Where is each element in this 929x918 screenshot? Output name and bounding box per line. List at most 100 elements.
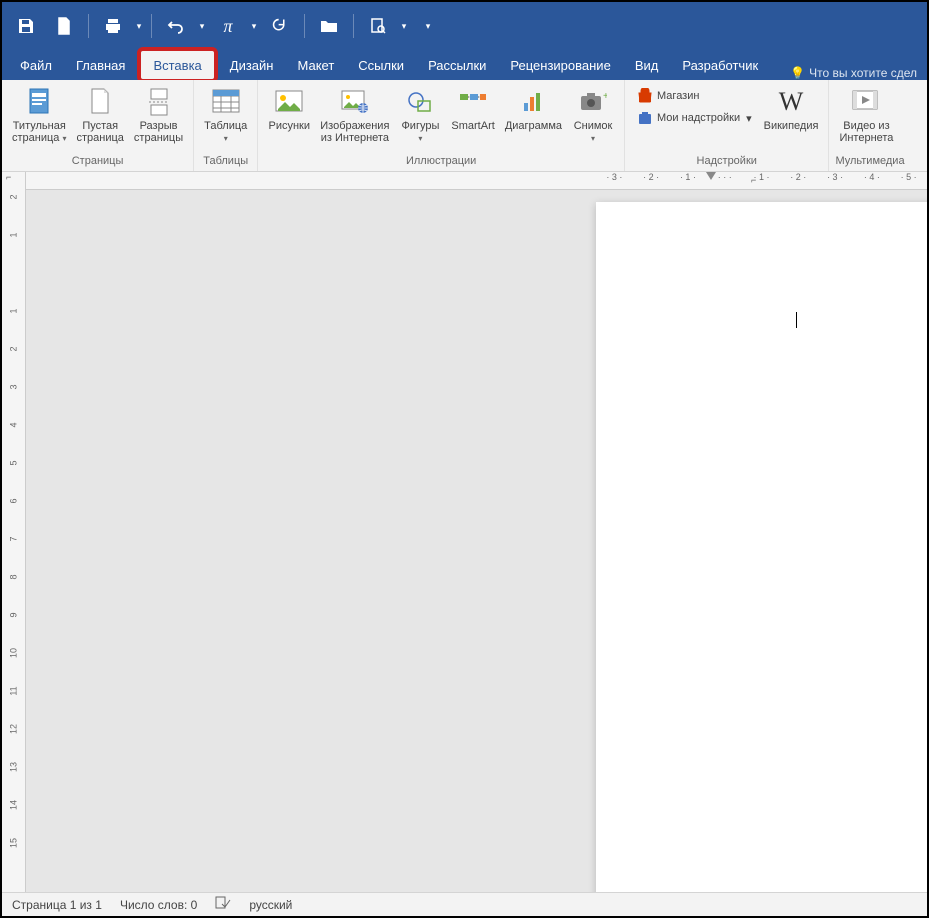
store-button[interactable]: Магазин <box>631 86 758 106</box>
table-label: Таблица▾ <box>204 120 247 144</box>
blank-page-icon <box>84 86 116 118</box>
online-video-button[interactable]: Видео из Интернета <box>835 82 897 144</box>
my-addins-button[interactable]: Мои надстройки ▾ <box>631 108 758 128</box>
tab-design[interactable]: Дизайн <box>218 50 286 80</box>
equation-button[interactable]: π <box>210 8 246 44</box>
screenshot-label: Снимок▾ <box>574 120 613 144</box>
text-cursor <box>796 312 797 328</box>
tab-stop-marker[interactable]: ⌐ <box>751 175 756 185</box>
page-break-label: Разрыв страницы <box>134 120 183 144</box>
cover-page-label: Титульная страница ▾ <box>12 120 67 144</box>
tab-insert[interactable]: Вставка <box>137 47 217 83</box>
vertical-ruler[interactable]: ⌐ 21123456789101112131415 <box>2 172 26 892</box>
pictures-icon <box>273 86 305 118</box>
proofing-icon[interactable] <box>215 896 231 913</box>
tab-layout[interactable]: Макет <box>285 50 346 80</box>
open-button[interactable] <box>311 8 347 44</box>
cover-page-icon <box>23 86 55 118</box>
first-line-indent-marker[interactable] <box>706 172 716 180</box>
document-area[interactable]: · 3 ·· 2 ·· 1 ·· · ·· 1 ·· 2 ·· 3 ·· 4 ·… <box>26 172 927 892</box>
page-break-icon <box>143 86 175 118</box>
tab-mailings[interactable]: Рассылки <box>416 50 498 80</box>
group-addins-label: Надстройки <box>631 153 822 171</box>
smartart-icon <box>457 86 489 118</box>
group-pages-label: Страницы <box>8 153 187 171</box>
shapes-icon <box>404 86 436 118</box>
quick-print-dropdown[interactable]: ▾ <box>133 21 145 32</box>
new-doc-button[interactable] <box>46 8 82 44</box>
group-illustrations-label: Иллюстрации <box>264 153 618 171</box>
separator <box>304 14 305 38</box>
ribbon-tabs: Файл Главная Вставка Дизайн Макет Ссылки… <box>2 50 927 80</box>
undo-button[interactable] <box>158 8 194 44</box>
pictures-label: Рисунки <box>269 120 311 132</box>
page-indicator[interactable]: Страница 1 из 1 <box>12 898 102 912</box>
workspace: ⌐ 21123456789101112131415 · 3 ·· 2 ·· 1 … <box>2 172 927 892</box>
my-addins-icon <box>637 110 653 126</box>
lightbulb-icon: 💡 <box>790 66 805 80</box>
screenshot-icon: + <box>577 86 609 118</box>
blank-page-label: Пустая страница <box>77 120 124 144</box>
customize-qat-dropdown[interactable]: ▾ <box>422 21 434 32</box>
preview-dropdown[interactable]: ▾ <box>398 21 410 32</box>
quick-access-toolbar: ▾ ▾ π ▾ ▾ ▾ <box>2 2 927 50</box>
table-button[interactable]: Таблица▾ <box>200 82 251 144</box>
page-break-button[interactable]: Разрыв страницы <box>130 82 187 144</box>
shapes-label: Фигуры▾ <box>401 120 439 144</box>
document-page[interactable] <box>596 202 927 892</box>
online-pictures-icon <box>339 86 371 118</box>
pictures-button[interactable]: Рисунки <box>264 82 314 132</box>
word-count[interactable]: Число слов: 0 <box>120 898 197 912</box>
store-label: Магазин <box>657 90 699 102</box>
chart-label: Диаграмма <box>505 120 562 132</box>
tab-selector[interactable]: ⌐ <box>4 172 13 182</box>
tab-developer[interactable]: Разработчик <box>670 50 770 80</box>
cover-page-button[interactable]: Титульная страница ▾ <box>8 82 71 144</box>
group-tables: Таблица▾ Таблицы <box>194 80 258 171</box>
status-bar: Страница 1 из 1 Число слов: 0 русский <box>2 892 927 916</box>
equation-dropdown[interactable]: ▾ <box>248 21 260 32</box>
online-video-icon <box>850 86 882 118</box>
screenshot-button[interactable]: + Снимок▾ <box>568 82 618 144</box>
svg-text:+: + <box>603 91 607 102</box>
separator <box>151 14 152 38</box>
group-tables-label: Таблицы <box>200 153 251 171</box>
blank-page-button[interactable]: Пустая страница <box>73 82 128 144</box>
tab-review[interactable]: Рецензирование <box>498 50 622 80</box>
group-pages: Титульная страница ▾ Пустая страница Раз… <box>2 80 194 171</box>
group-media-label: Мультимедиа <box>835 153 904 171</box>
online-pictures-button[interactable]: Изображения из Интернета <box>316 82 393 144</box>
tab-file[interactable]: Файл <box>8 50 64 80</box>
hruler-marks: · 3 ·· 2 ·· 1 ·· · ·· 1 ·· 2 ·· 3 ·· 4 ·… <box>596 172 927 182</box>
smartart-button[interactable]: SmartArt <box>447 82 498 132</box>
tab-view[interactable]: Вид <box>623 50 671 80</box>
tell-me-search[interactable]: 💡 Что вы хотите сдел <box>780 66 927 80</box>
tab-home[interactable]: Главная <box>64 50 137 80</box>
group-addins: Магазин Мои надстройки ▾ W Википедия Над… <box>625 80 829 171</box>
store-icon <box>637 88 653 104</box>
group-illustrations: Рисунки Изображения из Интернета Фигуры▾… <box>258 80 625 171</box>
my-addins-label: Мои надстройки <box>657 112 740 124</box>
ribbon: Титульная страница ▾ Пустая страница Раз… <box>2 80 927 172</box>
save-button[interactable] <box>8 8 44 44</box>
wikipedia-icon: W <box>775 86 807 118</box>
wikipedia-button[interactable]: W Википедия <box>760 82 823 132</box>
language-indicator[interactable]: русский <box>249 898 292 912</box>
print-preview-button[interactable] <box>360 8 396 44</box>
smartart-label: SmartArt <box>451 120 494 132</box>
tell-me-text: Что вы хотите сдел <box>809 66 917 80</box>
separator <box>88 14 89 38</box>
group-media: Видео из Интернета Мультимедиа <box>829 80 910 171</box>
shapes-button[interactable]: Фигуры▾ <box>395 82 445 144</box>
wikipedia-label: Википедия <box>764 120 819 132</box>
quick-print-button[interactable] <box>95 8 131 44</box>
tab-references[interactable]: Ссылки <box>346 50 416 80</box>
chart-icon <box>517 86 549 118</box>
chart-button[interactable]: Диаграмма <box>501 82 566 132</box>
redo-button[interactable] <box>262 8 298 44</box>
online-video-label: Видео из Интернета <box>839 120 893 144</box>
horizontal-ruler[interactable]: · 3 ·· 2 ·· 1 ·· · ·· 1 ·· 2 ·· 3 ·· 4 ·… <box>26 172 927 190</box>
table-icon <box>210 86 242 118</box>
undo-dropdown[interactable]: ▾ <box>196 21 208 32</box>
online-pictures-label: Изображения из Интернета <box>320 120 389 144</box>
